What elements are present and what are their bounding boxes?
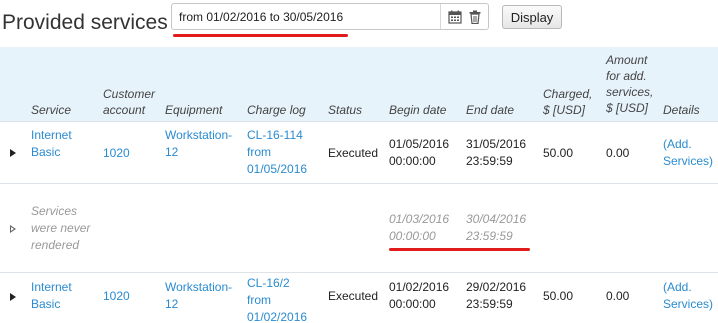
row3-equipment[interactable]: Workstation- 12 (165, 279, 232, 313)
row1-begin-date: 01/05/2016 00:00:00 (389, 136, 449, 170)
date-range-value[interactable]: from 01/02/2016 to 30/05/2016 (179, 10, 343, 24)
range-divider (440, 4, 441, 29)
row2-service-line1: Services (31, 204, 78, 218)
row1-charge-log-line3: 01/05/2016 (247, 162, 308, 176)
row3-end-date: 29/02/2016 23:59:59 (466, 279, 526, 313)
row3-charge-log-line1: CL-16/2 (247, 276, 290, 290)
col-service[interactable]: Service (31, 102, 71, 118)
row1-amount-add: 0.00 (606, 146, 630, 160)
row3-service-line1: Internet (31, 280, 72, 294)
row1-charge-log-line2: from (247, 145, 271, 159)
row3-details-link[interactable]: (Add. Services) (663, 279, 713, 313)
row2-service-line3: rendered (31, 238, 80, 252)
row1-details-line1: (Add. (663, 137, 692, 151)
row3-charge-log[interactable]: CL-16/2 from 01/02/2016 (247, 275, 307, 323)
date-range-field[interactable]: from 01/02/2016 to 30/05/2016 (171, 3, 489, 30)
row2-end-date-line2: 23:59:59 (466, 229, 513, 243)
row1-begin-date-line2: 00:00:00 (389, 154, 436, 168)
row1-details-link[interactable]: (Add. Services) (663, 136, 713, 170)
col-amount-add-line1: Amount (606, 53, 648, 67)
row1-equipment[interactable]: Workstation- 12 (165, 127, 232, 161)
row2-service: Services were never rendered (31, 203, 90, 254)
expand-arrow-icon[interactable] (10, 225, 16, 233)
row3-amount-add: 0.00 (606, 289, 630, 303)
row1-equipment-line1: Workstation- (165, 128, 233, 142)
row3-begin-date-line2: 00:00:00 (389, 297, 436, 311)
col-end-date[interactable]: End date (466, 102, 514, 118)
col-customer-account-line1: Customer (103, 87, 156, 101)
row1-charged: 50.00 (543, 146, 574, 160)
expand-arrow-icon[interactable] (10, 149, 16, 157)
row2-end-date-line1: 30/04/2016 (466, 212, 527, 226)
row1-begin-date-line1: 01/05/2016 (389, 137, 450, 151)
highlight-underline-range (173, 34, 348, 37)
row3-begin-date: 01/02/2016 00:00:00 (389, 279, 449, 313)
row1-account[interactable]: 1020 (103, 145, 130, 162)
row3-status: Executed (328, 289, 379, 303)
display-button[interactable]: Display (502, 5, 562, 29)
row-divider (0, 121, 718, 122)
col-charged[interactable]: Charged, $ [USD] (543, 86, 592, 118)
row3-service-line2: Basic (31, 297, 61, 311)
row1-details-line2: Services) (663, 154, 714, 168)
highlight-underline-gap (389, 248, 530, 251)
row1-end-date-line1: 31/05/2016 (466, 137, 527, 151)
col-amount-add-line2: for add. (606, 69, 647, 83)
row2-begin-date-line1: 01/03/2016 (389, 212, 450, 226)
row1-end-date-line2: 23:59:59 (466, 154, 513, 168)
row3-service[interactable]: Internet Basic (31, 279, 72, 313)
row1-service[interactable]: Internet Basic (31, 127, 72, 161)
row2-service-line2: were never (31, 221, 91, 235)
row1-equipment-line2: 12 (165, 145, 179, 159)
row3-equipment-line1: Workstation- (165, 280, 233, 294)
expand-arrow-icon[interactable] (10, 293, 16, 301)
row3-end-date-line2: 23:59:59 (466, 297, 513, 311)
row1-service-line2: Basic (31, 145, 61, 159)
col-amount-add-line4: $ [USD] (606, 101, 649, 115)
row1-service-line1: Internet (31, 128, 72, 142)
col-equipment[interactable]: Equipment (165, 102, 222, 118)
row3-charged: 50.00 (543, 289, 574, 303)
col-customer-account[interactable]: Customer account (103, 86, 155, 118)
row3-account[interactable]: 1020 (103, 288, 130, 305)
page-title: Provided services (2, 11, 168, 34)
row1-charge-log[interactable]: CL-16-114 from 01/05/2016 (247, 127, 307, 178)
col-charged-line2: $ [USD] (543, 103, 586, 117)
col-amount-add-line3: services, (606, 85, 654, 99)
row-divider (0, 272, 718, 273)
row1-end-date: 31/05/2016 23:59:59 (466, 136, 526, 170)
trash-icon[interactable] (469, 10, 481, 24)
row1-charge-log-line1: CL-16-114 (247, 128, 303, 142)
row-divider (0, 183, 718, 184)
row2-begin-date: 01/03/2016 00:00:00 (389, 211, 449, 245)
row3-charge-log-line2: from (247, 293, 271, 307)
col-begin-date[interactable]: Begin date (389, 102, 446, 118)
calendar-icon[interactable] (448, 10, 462, 24)
row3-charge-log-line3: 01/02/2016 (247, 310, 308, 323)
col-status[interactable]: Status (328, 102, 362, 118)
row3-details-line1: (Add. (663, 280, 692, 294)
col-customer-account-line2: account (103, 103, 146, 117)
row1-status: Executed (328, 146, 379, 160)
row3-equipment-line2: 12 (165, 297, 179, 311)
row2-end-date: 30/04/2016 23:59:59 (466, 211, 526, 245)
col-details[interactable]: Details (663, 102, 700, 118)
row3-details-line2: Services) (663, 297, 714, 311)
col-charge-log[interactable]: Charge log (247, 102, 306, 118)
col-charged-line1: Charged, (543, 87, 593, 101)
col-amount-add[interactable]: Amount for add. services, $ [USD] (606, 52, 653, 116)
row3-end-date-line1: 29/02/2016 (466, 280, 527, 294)
row3-begin-date-line1: 01/02/2016 (389, 280, 450, 294)
row2-begin-date-line2: 00:00:00 (389, 229, 436, 243)
